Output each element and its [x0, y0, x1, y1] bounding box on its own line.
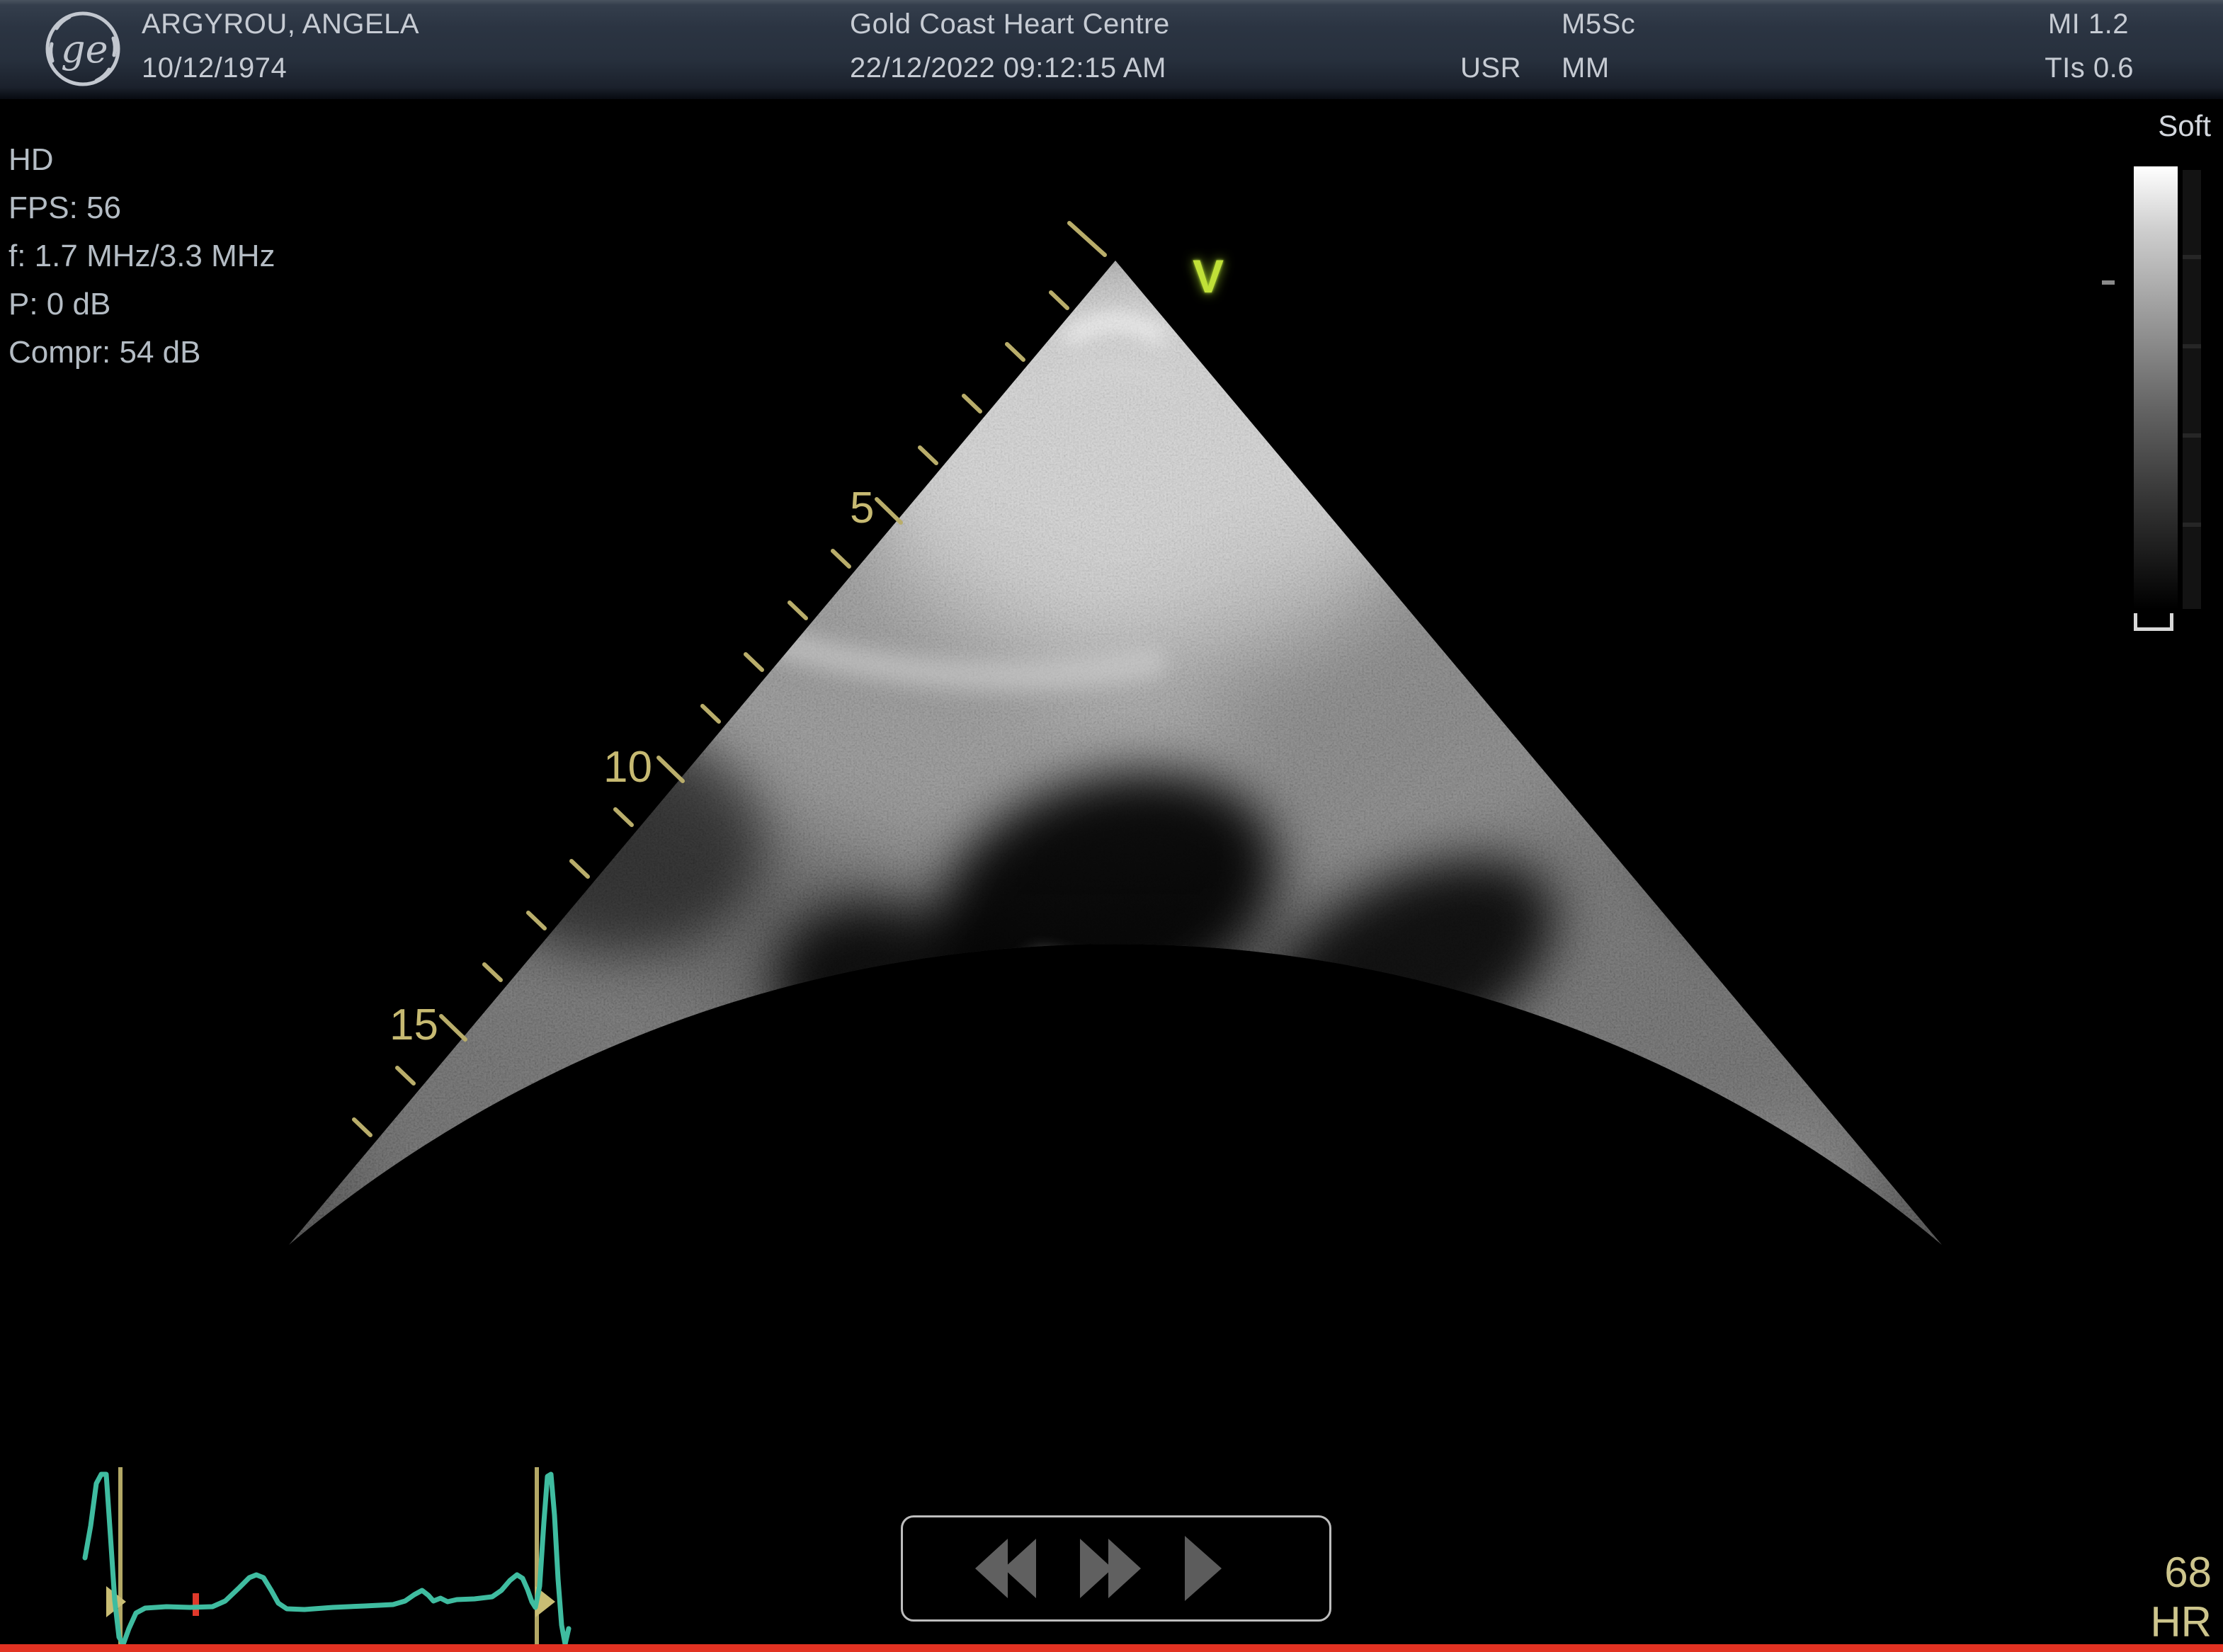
record-status-bar [0, 1644, 2223, 1652]
scale-bracket-right-icon [2153, 613, 2173, 631]
sector-fan [212, 212, 2032, 1593]
fast-forward-button[interactable] [1080, 1539, 1141, 1598]
ecg-waveform [85, 1474, 569, 1644]
depth-label-5: 5 [850, 483, 874, 533]
ultrasound-sector-image [0, 0, 2223, 1652]
depth-label-10: 10 [603, 742, 652, 792]
rewind-icon [1004, 1539, 1036, 1598]
probe-orientation-marker: V [1193, 249, 1224, 303]
ecg-timing-cursor [193, 1593, 199, 1616]
scale-bracket-left-icon [2134, 613, 2154, 631]
grayscale-bar [2134, 166, 2178, 609]
ultrasound-screen: { "header": { "patient_name": "ARGYROU, … [0, 0, 2223, 1652]
play-button[interactable] [1185, 1536, 1222, 1601]
hr-label: HR [2098, 1597, 2212, 1647]
cine-playback-controls [901, 1515, 1331, 1622]
rewind-button[interactable] [975, 1539, 1036, 1598]
gray-map-label: Soft [2158, 109, 2211, 143]
heart-rate-block: 68 HR [2098, 1548, 2212, 1647]
fast-forward-icon [1108, 1539, 1141, 1598]
ecg-region [85, 1467, 569, 1644]
tgc-strip [2183, 170, 2201, 609]
play-icon [1185, 1536, 1222, 1601]
depth-label-15: 15 [390, 1000, 438, 1050]
hr-value: 68 [2098, 1548, 2212, 1597]
focus-marker [2102, 280, 2115, 285]
